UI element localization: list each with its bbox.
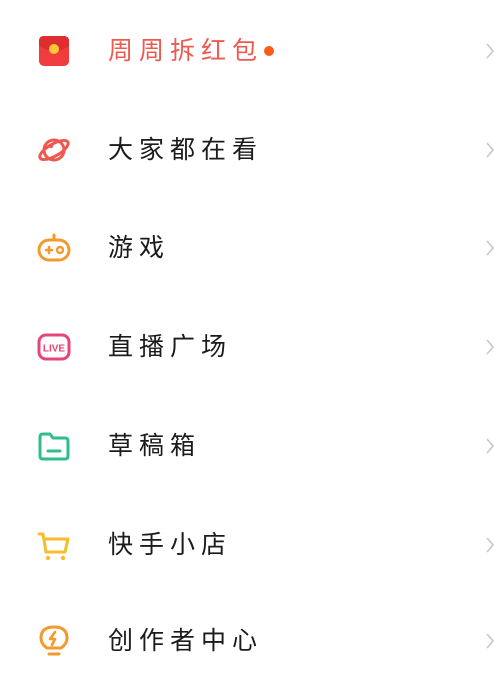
- red-envelope-icon: [37, 34, 71, 68]
- menu-item-live-plaza[interactable]: LIVE 直播广场: [0, 298, 494, 396]
- folder-icon: [37, 429, 71, 463]
- chevron-right-icon: [486, 43, 494, 59]
- planet-icon: [37, 133, 71, 167]
- menu-item-games[interactable]: 游戏: [0, 199, 494, 297]
- chevron-right-icon: [486, 633, 494, 649]
- menu-item-kuaishou-shop[interactable]: 快手小店: [0, 496, 494, 594]
- lightbulb-icon: [37, 624, 71, 658]
- menu-item-label: 草稿箱: [108, 431, 202, 460]
- menu-item-weekly-red-envelope[interactable]: 周周拆红包: [0, 2, 494, 100]
- menu-item-everyone-watching[interactable]: 大家都在看: [0, 101, 494, 199]
- chevron-right-icon: [486, 438, 494, 454]
- live-icon: LIVE: [37, 330, 71, 364]
- chevron-right-icon: [486, 537, 494, 553]
- menu-item-label: 大家都在看: [108, 135, 264, 164]
- menu-item-label: 快手小店: [108, 530, 233, 559]
- notification-dot: [264, 46, 274, 56]
- side-menu: 周周拆红包 大家都在看 游戏 LIVE 直播广场 草稿箱 快手小店 创作者中心: [0, 0, 494, 690]
- menu-item-label: 直播广场: [108, 332, 233, 361]
- chevron-right-icon: [486, 339, 494, 355]
- chevron-right-icon: [486, 240, 494, 256]
- menu-item-drafts[interactable]: 草稿箱: [0, 397, 494, 495]
- menu-item-label: 周周拆红包: [108, 36, 264, 65]
- gamepad-icon: [37, 231, 71, 265]
- menu-item-label: 游戏: [108, 233, 171, 262]
- chevron-right-icon: [486, 142, 494, 158]
- shopping-cart-icon: [37, 528, 71, 562]
- menu-item-creator-center[interactable]: 创作者中心: [0, 592, 494, 690]
- svg-text:LIVE: LIVE: [43, 344, 66, 355]
- menu-item-label: 创作者中心: [108, 626, 264, 655]
